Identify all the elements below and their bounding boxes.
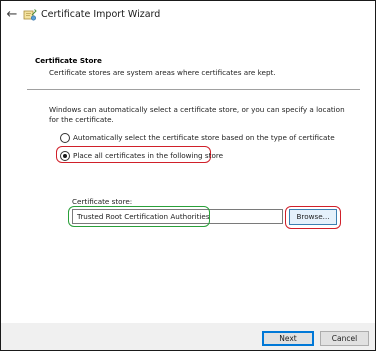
browse-button-highlight xyxy=(285,206,341,229)
place-all-radio[interactable] xyxy=(60,151,70,161)
auto-select-radio[interactable] xyxy=(60,133,70,143)
intro-text: Windows can automatically select a certi… xyxy=(49,105,345,124)
cancel-button[interactable]: Cancel xyxy=(320,331,369,346)
next-button[interactable]: Next xyxy=(262,331,314,346)
divider xyxy=(27,89,360,90)
radio-selected-dot xyxy=(63,154,67,158)
back-arrow-icon[interactable]: ← xyxy=(5,7,19,23)
certificate-store-label: Certificate store: xyxy=(72,197,133,206)
section-title: Certificate Store xyxy=(35,56,102,65)
wizard-window: ← Certificate Import Wizard Certificate … xyxy=(0,0,376,351)
auto-select-label[interactable]: Automatically select the certificate sto… xyxy=(73,133,335,142)
wizard-footer: Next Cancel xyxy=(1,323,375,350)
window-title: Certificate Import Wizard xyxy=(41,9,161,20)
place-all-label[interactable]: Place all certificates in the following … xyxy=(73,151,223,160)
section-description: Certificate stores are system areas wher… xyxy=(49,68,276,77)
title-bar: ← Certificate Import Wizard xyxy=(1,1,375,31)
certificate-wizard-icon xyxy=(23,9,37,21)
wizard-content: Certificate Store Certificate stores are… xyxy=(1,31,375,323)
store-value-highlight xyxy=(68,206,210,227)
